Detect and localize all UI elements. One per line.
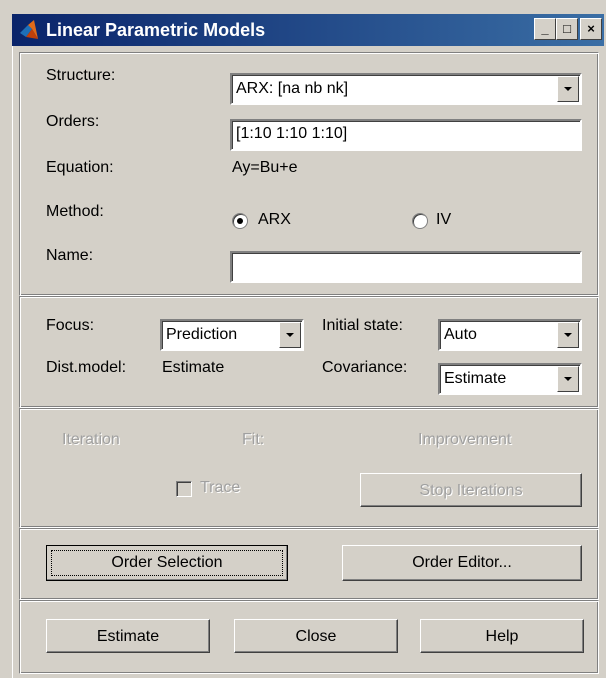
fit-label: Fit: — [242, 431, 265, 448]
name-input[interactable] — [230, 251, 582, 283]
trace-checkbox[interactable] — [176, 481, 192, 497]
method-label: Method: — [46, 203, 104, 220]
covariance-label: Covariance: — [322, 359, 408, 376]
dialog-window: Linear Parametric Models _ □ × Structure… — [0, 0, 606, 678]
order-selection-button[interactable]: Order Selection — [46, 545, 288, 581]
name-label: Name: — [46, 247, 94, 264]
help-button[interactable]: Help — [420, 619, 584, 653]
close-button[interactable]: Close — [234, 619, 398, 653]
minimize-button[interactable]: _ — [534, 18, 556, 40]
title-bar: Linear Parametric Models _ □ × — [12, 14, 604, 46]
structure-panel: Structure: ARX: [na nb nk] Orders: [1:10… — [19, 52, 599, 296]
covariance-dropdown[interactable]: Estimate — [438, 363, 582, 395]
order-selection-label: Order Selection — [51, 550, 283, 576]
trace-label: Trace — [200, 479, 241, 496]
estimate-button[interactable]: Estimate — [46, 619, 210, 653]
actions-panel: Estimate Close Help — [19, 600, 599, 674]
equation-value: Ay=Bu+e — [232, 159, 298, 176]
method-iv-radio[interactable] — [412, 213, 428, 229]
focus-label: Focus: — [46, 317, 95, 334]
chevron-down-icon[interactable] — [557, 366, 579, 392]
structure-label: Structure: — [46, 67, 116, 84]
close-icon: × — [587, 21, 595, 36]
orders-label: Orders: — [46, 113, 100, 130]
dist-model-label: Dist.model: — [46, 359, 127, 376]
iteration-panel: Iteration Fit: Improvement Trace Stop It… — [19, 408, 599, 528]
maximize-button[interactable]: □ — [556, 18, 578, 40]
order-panel: Order Selection Order Editor... — [19, 528, 599, 600]
equation-label: Equation: — [46, 159, 114, 176]
dialog-body: Structure: ARX: [na nb nk] Orders: [1:10… — [12, 46, 605, 678]
structure-dropdown[interactable]: ARX: [na nb nk] — [230, 73, 582, 105]
window-title: Linear Parametric Models — [46, 20, 266, 40]
order-editor-button[interactable]: Order Editor... — [342, 545, 582, 581]
close-window-button[interactable]: × — [580, 18, 602, 40]
initial-state-dropdown[interactable]: Auto — [438, 319, 582, 351]
orders-input[interactable]: [1:10 1:10 1:10] — [230, 119, 582, 151]
chevron-down-icon[interactable] — [279, 322, 301, 348]
options-panel: Focus: Prediction Initial state: Auto Di… — [19, 296, 599, 408]
iteration-label: Iteration — [62, 431, 120, 448]
method-iv-label[interactable]: IV — [436, 211, 451, 229]
method-arx-radio[interactable] — [232, 213, 248, 229]
dist-model-value: Estimate — [162, 359, 225, 376]
stop-iterations-button[interactable]: Stop Iterations — [360, 473, 582, 507]
improvement-label: Improvement — [418, 431, 512, 448]
maximize-icon: □ — [563, 21, 571, 36]
focus-dropdown[interactable]: Prediction — [160, 319, 304, 351]
initial-state-label: Initial state: — [322, 317, 403, 334]
structure-value: ARX: [na nb nk] — [236, 80, 349, 97]
minimize-icon: _ — [541, 21, 549, 36]
method-arx-label[interactable]: ARX — [258, 211, 291, 229]
focus-value: Prediction — [166, 326, 238, 343]
chevron-down-icon[interactable] — [557, 76, 579, 102]
chevron-down-icon[interactable] — [557, 322, 579, 348]
initial-state-value: Auto — [444, 326, 477, 343]
covariance-value: Estimate — [444, 370, 507, 387]
matlab-logo-icon — [20, 20, 38, 39]
